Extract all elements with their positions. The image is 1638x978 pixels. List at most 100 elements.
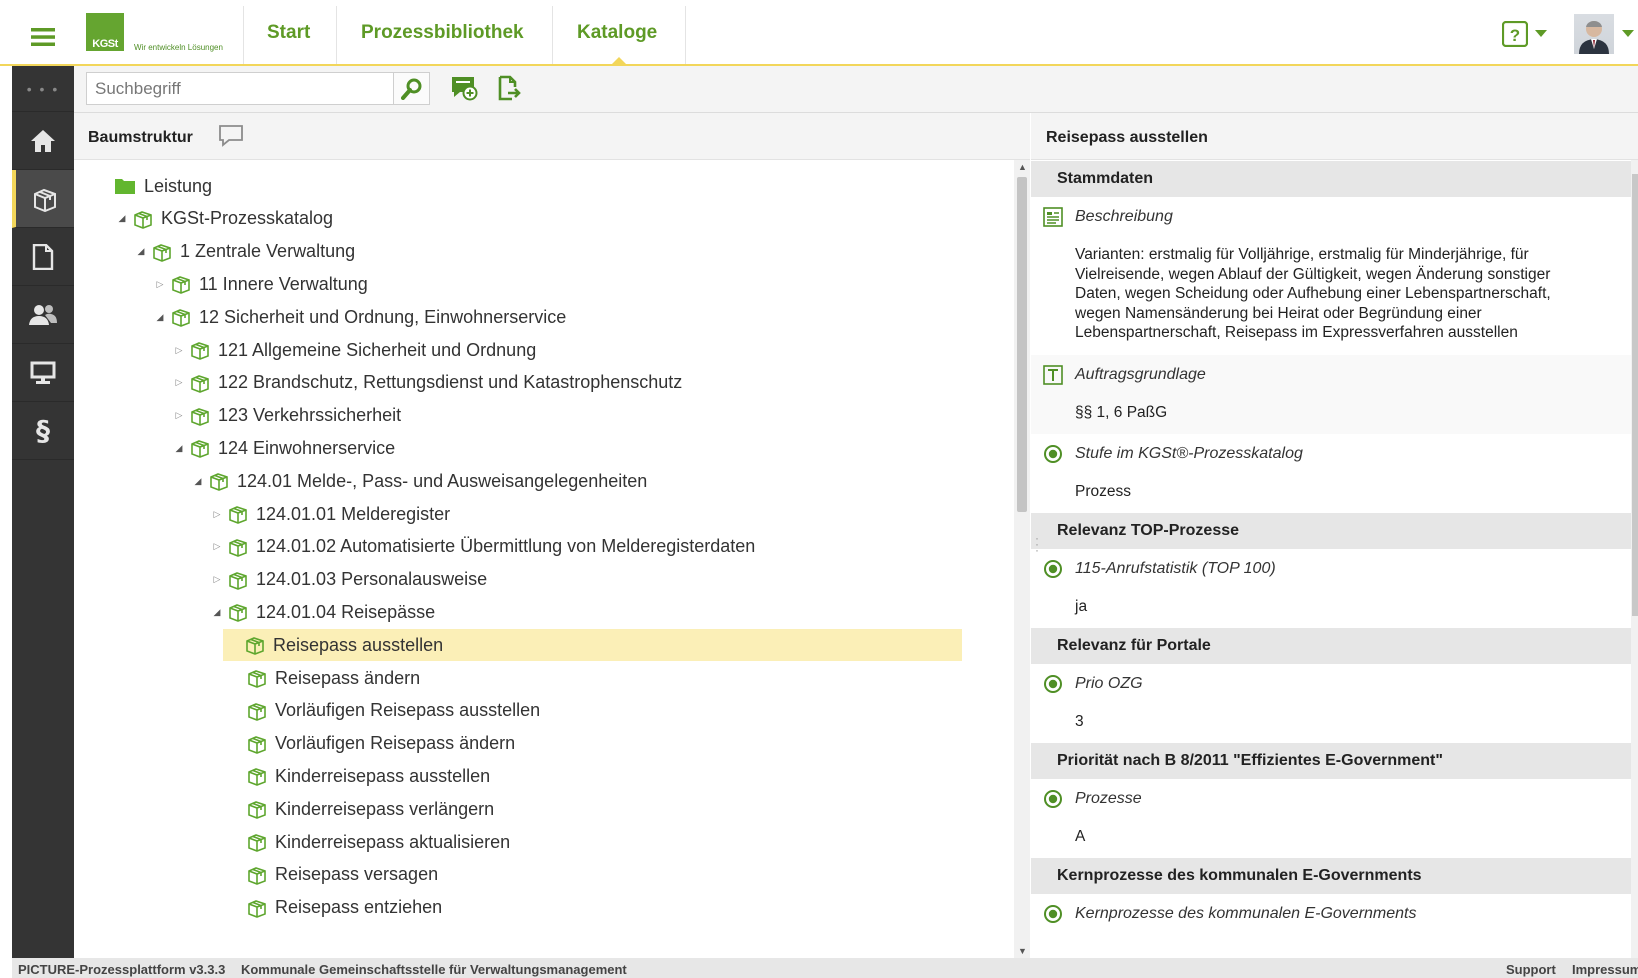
tree-node[interactable]: ▷ 122 Brandschutz, Rettungsdienst und Kat… <box>172 367 682 399</box>
tree-scrollbar[interactable]: ▲ ▼ <box>1014 160 1030 958</box>
tree-node[interactable]: ▷ 121 Allgemeine Sicherheit und Ordnung <box>172 334 536 366</box>
logo-tagline: Wir entwickeln Lösungen <box>134 43 223 52</box>
collapse-triangle-icon[interactable]: ◢ <box>191 476 205 487</box>
property-value-line: A <box>1075 827 1086 845</box>
rail-users-button[interactable] <box>12 286 74 344</box>
collapse-triangle-icon[interactable]: ◢ <box>210 607 224 618</box>
tree-view: Leistung ◢ KGSt-Prozesskatalog ◢ 1 Zentrale … <box>74 160 1014 958</box>
divider <box>552 6 553 64</box>
tree-scrollbar-thumb[interactable] <box>1017 177 1027 512</box>
property-label: Kernprozesse des kommunalen E-Government… <box>1075 904 1417 922</box>
rail-home-button[interactable] <box>12 112 74 170</box>
tree-node[interactable]: ◢ 124 Einwohnerservice <box>172 432 395 464</box>
detail-scrollbar[interactable] <box>1631 160 1638 958</box>
tree-node[interactable]: Reisepass ändern <box>229 662 420 694</box>
dots-icon[interactable]: • • • <box>12 66 74 112</box>
new-comment-button[interactable] <box>450 75 478 106</box>
tree-node[interactable]: ◢ KGSt-Prozesskatalog <box>115 203 333 235</box>
expand-triangle-icon[interactable]: ▷ <box>172 345 186 356</box>
impressum-link[interactable]: Impressum <box>1572 962 1638 977</box>
tree-node-label: Reisepass ändern <box>275 667 421 688</box>
catalog-box-icon <box>34 188 56 212</box>
section-header: Priorität nach B 8/2011 "Effizientes E-G… <box>1031 742 1631 779</box>
expand-triangle-icon[interactable]: ▷ <box>210 509 224 520</box>
property-label: Auftragsgrundlage <box>1075 365 1206 383</box>
tree-panel-title: Baumstruktur <box>88 129 193 146</box>
expand-triangle-icon[interactable]: ▷ <box>172 377 186 388</box>
tree-node[interactable]: ▷ 11 Innere Verwaltung <box>153 268 368 300</box>
process-box-icon <box>171 307 191 328</box>
tree-folder-node[interactable]: Leistung <box>96 170 212 202</box>
svg-text:?: ? <box>1510 26 1520 45</box>
tree-node[interactable]: Reisepass versagen <box>229 859 438 891</box>
process-box-icon <box>247 766 267 787</box>
panel-resize-handle[interactable]: · · · <box>1035 532 1039 556</box>
rail-monitor-button[interactable] <box>12 344 74 402</box>
tree-node-label: 124.01.01 Melderegister <box>256 503 451 524</box>
tree-node[interactable]: ▷ 124.01.03 Personalausweise <box>210 564 487 596</box>
nav-tab-prozessbibliothek[interactable]: Prozessbibliothek <box>361 22 524 44</box>
process-box-icon <box>247 832 267 852</box>
monitor-icon <box>30 361 56 384</box>
divider <box>336 6 337 64</box>
side-rail: • • • § <box>12 66 74 958</box>
tree-node[interactable]: Reisepass entziehen <box>229 892 442 924</box>
tree-node[interactable]: ▷ 123 Verkehrssicherheit <box>172 400 401 432</box>
help-dropdown-chevron-icon[interactable] <box>1535 30 1547 37</box>
process-box-icon <box>247 701 267 721</box>
help-icon[interactable]: ? <box>1501 20 1529 52</box>
process-box-icon <box>228 570 248 590</box>
property-value-line: §§ 1, 6 PaßG <box>1075 403 1168 421</box>
tree-node[interactable]: ◢ 124.01.04 Reisepässe <box>210 596 435 628</box>
tree-node[interactable]: Vorläufigen Reisepass ändern <box>229 728 515 760</box>
collapse-triangle-icon[interactable]: ◢ <box>172 443 186 454</box>
rail-document-button[interactable] <box>12 228 74 286</box>
tree-node[interactable]: Vorläufigen Reisepass ausstellen <box>229 695 540 727</box>
rail-catalog-button[interactable] <box>12 170 74 228</box>
nav-tab-start[interactable]: Start <box>267 22 310 44</box>
hamburger-menu-button[interactable] <box>12 8 74 66</box>
detail-scrollbar-thumb[interactable] <box>1632 174 1638 616</box>
tree-node[interactable]: ◢ 1 Zentrale Verwaltung <box>134 236 355 268</box>
radio-selected-icon <box>1043 904 1063 929</box>
comment-icon[interactable] <box>218 124 244 153</box>
export-document-button[interactable] <box>497 75 523 106</box>
user-avatar[interactable] <box>1574 14 1614 54</box>
search-input[interactable] <box>86 72 394 105</box>
footer-info: PICTURE-Prozessplattform v3.3.3 Kommunal… <box>18 962 627 977</box>
scroll-down-arrow-icon[interactable]: ▼ <box>1018 946 1027 956</box>
process-box-icon <box>247 898 267 918</box>
home-icon <box>31 129 55 152</box>
tree-node[interactable]: ◢ 12 Sicherheit und Ordnung, Einwohnerser… <box>153 301 566 333</box>
collapse-triangle-icon[interactable]: ◢ <box>153 312 167 323</box>
process-box-icon <box>152 242 172 262</box>
property-value: Prozess <box>1075 482 1595 502</box>
expand-triangle-icon[interactable]: ▷ <box>153 279 167 290</box>
collapse-triangle-icon[interactable]: ◢ <box>115 213 129 224</box>
process-box-icon <box>190 406 210 426</box>
property-value-line: Prozess <box>1075 482 1131 500</box>
kgst-logo[interactable]: KGSt Wir entwickeln Lösungen <box>86 13 236 55</box>
tree-panel: Baumstruktur Leistung ◢ KGSt-Prozesskatalo… <box>74 113 1030 958</box>
tree-node[interactable]: Kinderreisepass aktualisieren <box>229 826 510 858</box>
tree-node-label: 124.01 Melde-, Pass- und Ausweisangelege… <box>237 470 648 491</box>
tree-node[interactable]: ▷ 124.01.02 Automatisierte Übermittlung v… <box>210 531 755 563</box>
tree-node[interactable]: ▷ 124.01.01 Melderegister <box>210 498 450 530</box>
expand-triangle-icon[interactable]: ▷ <box>210 574 224 585</box>
tree-node[interactable]: Kinderreisepass verlängern <box>229 793 494 825</box>
scroll-up-arrow-icon[interactable]: ▲ <box>1018 162 1027 172</box>
tree-node[interactable]: ◢ 124.01 Melde-, Pass- und Ausweisangeleg… <box>191 465 647 497</box>
search-button[interactable] <box>394 72 430 105</box>
collapse-triangle-icon[interactable]: ◢ <box>134 246 148 257</box>
detail-panel-header: Reisepass ausstellen <box>1031 113 1638 160</box>
expand-triangle-icon[interactable]: ▷ <box>172 410 186 421</box>
expand-triangle-icon[interactable]: ▷ <box>210 541 224 552</box>
tree-node[interactable]: Kinderreisepass ausstellen <box>229 760 490 792</box>
active-tab-indicator <box>611 57 627 65</box>
tree-node[interactable]: Reisepass ausstellen <box>223 629 962 662</box>
nav-tab-kataloge[interactable]: Kataloge <box>577 22 657 44</box>
process-box-icon <box>133 209 153 229</box>
user-menu-chevron-icon[interactable] <box>1622 30 1634 37</box>
rail-law-button[interactable]: § <box>12 402 74 460</box>
support-link[interactable]: Support <box>1506 962 1556 977</box>
